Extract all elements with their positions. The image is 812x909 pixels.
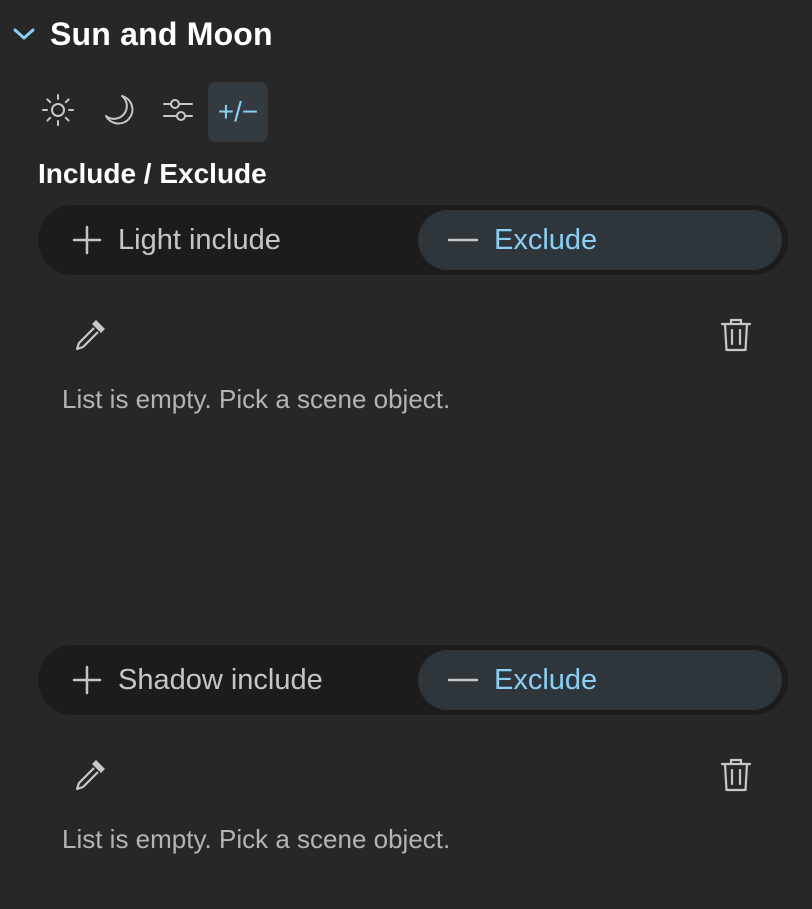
shadow-delete-button[interactable] xyxy=(714,755,758,799)
light-segmented-control: Light include Exclude xyxy=(38,205,788,275)
sun-icon xyxy=(38,90,78,135)
moon-icon xyxy=(98,90,138,135)
tab-include-exclude[interactable]: +/− xyxy=(208,82,268,142)
minus-icon xyxy=(446,663,480,697)
include-exclude-icon: +/− xyxy=(217,96,259,127)
plus-icon xyxy=(70,663,104,697)
section-header[interactable]: Sun and Moon xyxy=(12,12,273,56)
light-include-label: Light include xyxy=(118,223,281,256)
shadow-include-option[interactable]: Shadow include xyxy=(58,650,418,710)
tab-sun[interactable] xyxy=(28,82,88,142)
light-exclude-label: Exclude xyxy=(494,223,598,256)
light-delete-button[interactable] xyxy=(714,315,758,359)
tab-moon[interactable] xyxy=(88,82,148,142)
light-empty-message: List is empty. Pick a scene object. xyxy=(62,384,451,414)
section-title: Include / Exclude xyxy=(38,158,267,189)
light-exclude-option[interactable]: Exclude xyxy=(418,210,782,270)
eyedropper-icon xyxy=(70,755,110,800)
light-include-option[interactable]: Light include xyxy=(58,210,418,270)
sliders-icon xyxy=(158,90,198,135)
shadow-empty-message: List is empty. Pick a scene object. xyxy=(62,824,451,854)
shadow-include-label: Shadow include xyxy=(118,663,323,696)
tab-settings[interactable] xyxy=(148,82,208,142)
plus-icon xyxy=(70,223,104,257)
light-eyedropper-button[interactable] xyxy=(68,315,112,359)
tab-bar: +/− xyxy=(28,82,268,142)
shadow-exclude-option[interactable]: Exclude xyxy=(418,650,782,710)
panel-title: Sun and Moon xyxy=(50,15,273,52)
trash-icon xyxy=(718,315,754,360)
chevron-down-icon[interactable] xyxy=(12,22,36,46)
minus-icon xyxy=(446,223,480,257)
shadow-eyedropper-button[interactable] xyxy=(68,755,112,799)
shadow-segmented-control: Shadow include Exclude xyxy=(38,645,788,715)
shadow-exclude-label: Exclude xyxy=(494,663,598,696)
trash-icon xyxy=(718,755,754,800)
eyedropper-icon xyxy=(70,315,110,360)
